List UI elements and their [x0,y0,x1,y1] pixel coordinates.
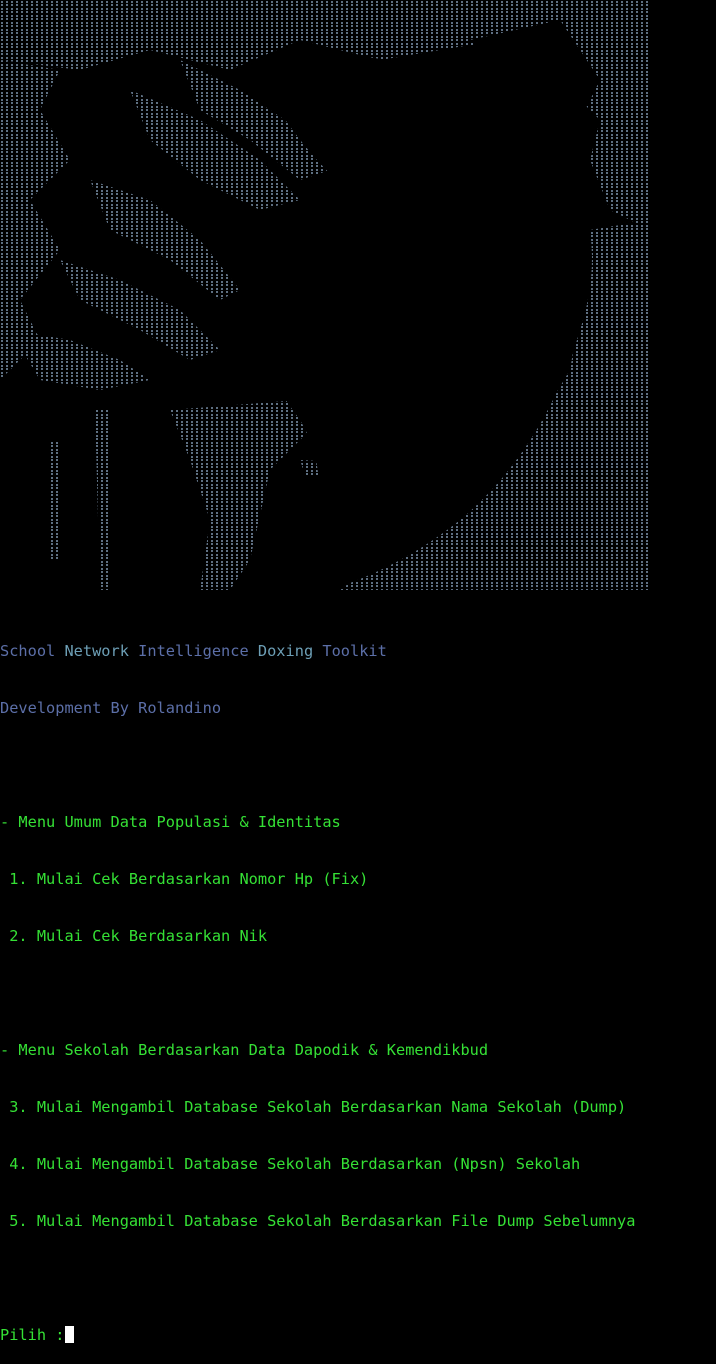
banner-title: School Network Intelligence Doxing Toolk… [0,642,716,661]
menu-option-2: 2. Mulai Cek Berdasarkan Nik [0,927,268,945]
menu-section-school: - Menu Sekolah Berdasarkan Data Dapodik … [0,1041,489,1059]
menu-option-1: 1. Mulai Cek Berdasarkan Nomor Hp (Fix) [0,870,369,888]
menu-option-5: 5. Mulai Mengambil Database Sekolah Berd… [0,1212,636,1230]
prompt-label: Pilih : [0,1326,65,1344]
banner-word: Toolkit [322,642,387,660]
banner-credit: Development By Rolandino [0,699,222,717]
banner-word: Intelligence [138,642,258,660]
banner-word: Doxing [257,642,323,660]
input-prompt[interactable]: Pilih : [0,1326,716,1345]
banner-word: School [0,642,65,660]
menu-section-general: - Menu Umum Data Populasi & Identitas [0,813,341,831]
banner-word: Network [64,642,139,660]
text-cursor[interactable] [65,1326,75,1343]
terminal-output: School Network Intelligence Doxing Toolk… [0,604,716,1364]
menu-option-3: 3. Mulai Mengambil Database Sekolah Berd… [0,1098,627,1116]
ascii-art-portrait [0,0,650,590]
menu-option-4: 4. Mulai Mengambil Database Sekolah Berd… [0,1155,581,1173]
